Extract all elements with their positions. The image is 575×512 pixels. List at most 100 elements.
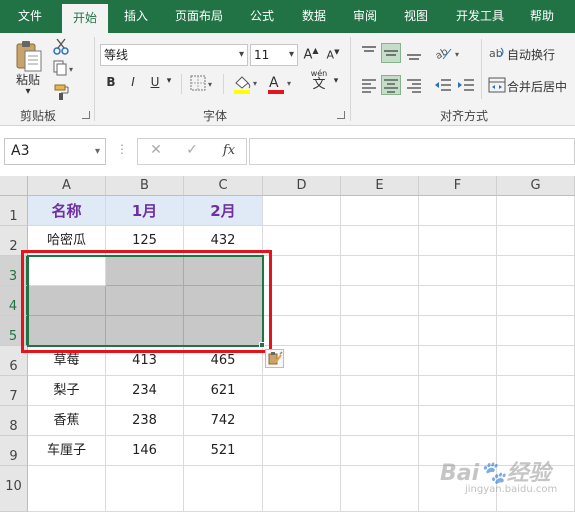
tab-page-layout[interactable]: 页面布局 (166, 0, 232, 33)
cell-b1[interactable]: 1月 (106, 196, 184, 226)
more-options-icon[interactable]: ⋮ (116, 142, 128, 156)
row-header-8[interactable]: 8 (0, 406, 28, 436)
cell-b3[interactable] (106, 256, 184, 286)
tab-review[interactable]: 审阅 (343, 0, 387, 33)
cell-f7[interactable] (419, 376, 497, 406)
column-header-b[interactable]: B (106, 176, 184, 196)
cell-d7[interactable] (263, 376, 341, 406)
chevron-down-icon[interactable]: ▾ (164, 76, 174, 86)
cell-c10[interactable] (184, 466, 263, 512)
align-middle-icon[interactable] (381, 43, 401, 63)
cell-b6[interactable]: 413 (106, 346, 184, 376)
row-header-10[interactable]: 10 (0, 466, 28, 512)
formula-input[interactable] (249, 138, 575, 165)
cancel-icon[interactable]: ✕ (146, 142, 166, 158)
cell-b8[interactable]: 238 (106, 406, 184, 436)
column-header-e[interactable]: E (341, 176, 419, 196)
phonetic-guide-button[interactable]: wén 文 (308, 69, 330, 92)
cell-g3[interactable] (497, 256, 575, 286)
cell-c3[interactable] (184, 256, 263, 286)
row-header-1[interactable]: 1 (0, 196, 28, 226)
cell-e7[interactable] (341, 376, 419, 406)
cell-d10[interactable] (263, 466, 341, 512)
cell-a10[interactable] (28, 466, 106, 512)
underline-button[interactable]: U (147, 75, 163, 89)
cell-e1[interactable] (341, 196, 419, 226)
column-header-f[interactable]: F (419, 176, 497, 196)
align-bottom-icon[interactable] (404, 43, 424, 63)
cell-d5[interactable] (263, 316, 341, 346)
copy-icon[interactable]: ▾ (52, 60, 76, 76)
bold-button[interactable]: B (103, 75, 119, 89)
cell-a9[interactable]: 车厘子 (28, 436, 106, 466)
cell-f8[interactable] (419, 406, 497, 436)
cell-d1[interactable] (263, 196, 341, 226)
align-left-icon[interactable] (359, 75, 379, 95)
row-header-9[interactable]: 9 (0, 436, 28, 466)
cell-e6[interactable] (341, 346, 419, 376)
cell-g6[interactable] (497, 346, 575, 376)
cell-b4[interactable] (106, 286, 184, 316)
cell-f3[interactable] (419, 256, 497, 286)
row-header-3[interactable]: 3 (0, 256, 28, 286)
cell-a6[interactable]: 草莓 (28, 346, 106, 376)
column-header-c[interactable]: C (184, 176, 263, 196)
row-header-2[interactable]: 2 (0, 226, 28, 256)
cell-e3[interactable] (341, 256, 419, 286)
cell-b10[interactable] (106, 466, 184, 512)
font-color-icon[interactable]: A ▾ (265, 73, 295, 95)
cell-d4[interactable] (263, 286, 341, 316)
enter-icon[interactable]: ✓ (182, 142, 202, 158)
paste-icon[interactable] (14, 39, 44, 73)
align-top-icon[interactable] (359, 43, 379, 63)
cell-g1[interactable] (497, 196, 575, 226)
align-center-icon[interactable] (381, 75, 401, 95)
select-all-corner[interactable] (0, 176, 28, 196)
wrap-text-icon[interactable]: ab (488, 44, 506, 62)
column-header-d[interactable]: D (263, 176, 341, 196)
name-box[interactable]: A3 ▾ (4, 138, 106, 165)
cell-d3[interactable] (263, 256, 341, 286)
cell-f4[interactable] (419, 286, 497, 316)
row-header-5[interactable]: 5 (0, 316, 28, 346)
decrease-indent-icon[interactable] (433, 75, 453, 95)
cell-e2[interactable] (341, 226, 419, 256)
cell-d8[interactable] (263, 406, 341, 436)
cell-e10[interactable] (341, 466, 419, 512)
cell-c2[interactable]: 432 (184, 226, 263, 256)
cell-g8[interactable] (497, 406, 575, 436)
cell-d9[interactable] (263, 436, 341, 466)
chevron-down-icon[interactable]: ▾ (331, 76, 341, 86)
font-size-select[interactable]: 11 ▾ (250, 44, 298, 66)
border-icon[interactable]: ▾ (189, 74, 217, 92)
merge-center-button[interactable]: 合并后居中 (507, 78, 573, 95)
cell-a4[interactable] (28, 286, 106, 316)
cell-g4[interactable] (497, 286, 575, 316)
tab-file[interactable]: 文件 (0, 0, 60, 33)
cell-b5[interactable] (106, 316, 184, 346)
chevron-down-icon[interactable]: ▾ (17, 86, 39, 97)
cell-g5[interactable] (497, 316, 575, 346)
column-header-a[interactable]: A (28, 176, 106, 196)
tab-data[interactable]: 数据 (292, 0, 336, 33)
column-header-g[interactable]: G (497, 176, 575, 196)
align-right-icon[interactable] (404, 75, 424, 95)
font-name-select[interactable]: 等线 ▾ (100, 44, 248, 66)
fill-handle[interactable] (259, 342, 265, 348)
format-painter-icon[interactable] (53, 83, 71, 101)
cell-b9[interactable]: 146 (106, 436, 184, 466)
cut-icon[interactable] (52, 37, 70, 55)
cell-c5[interactable] (184, 316, 263, 346)
font-launcher-icon[interactable] (337, 111, 345, 119)
shrink-font-button[interactable]: A▼ (324, 48, 342, 62)
increase-indent-icon[interactable] (456, 75, 476, 95)
cell-e4[interactable] (341, 286, 419, 316)
row-header-4[interactable]: 4 (0, 286, 28, 316)
cell-c7[interactable]: 621 (184, 376, 263, 406)
cell-f5[interactable] (419, 316, 497, 346)
merge-center-icon[interactable] (488, 76, 506, 94)
cell-e9[interactable] (341, 436, 419, 466)
row-header-6[interactable]: 6 (0, 346, 28, 376)
cell-a8[interactable]: 香蕉 (28, 406, 106, 436)
cell-c6[interactable]: 465 (184, 346, 263, 376)
